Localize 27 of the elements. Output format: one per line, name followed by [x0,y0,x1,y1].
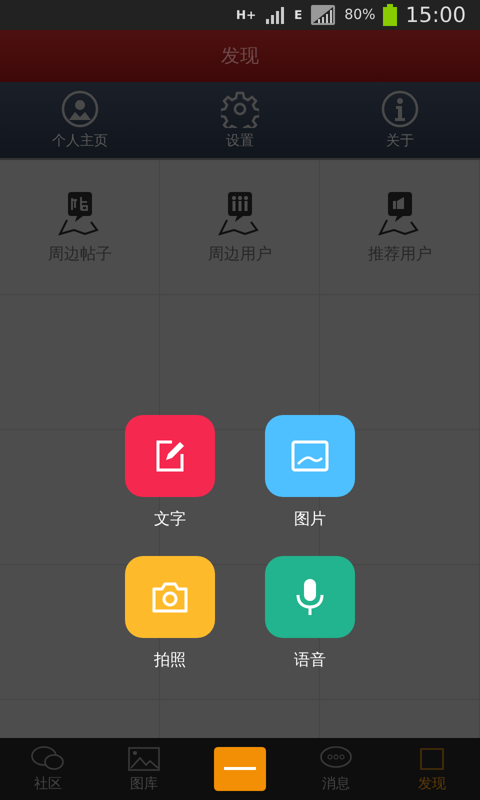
image-icon [127,745,161,773]
compose-option-button[interactable] [125,556,215,638]
battery-icon [383,4,398,26]
network-type: H+ [236,8,256,22]
signal-icon [310,4,336,26]
option-label: 文字 [154,509,186,530]
menu-item[interactable]: 设置 [160,82,320,158]
clock: 15:00 [405,3,466,27]
menu-item[interactable]: 个人主页 [0,82,160,158]
tab[interactable]: 发现 [384,745,480,793]
minus-icon [224,767,256,771]
compose-option-button[interactable] [125,415,215,497]
settings-icon [221,90,259,128]
image-icon [290,438,330,474]
option-label: 图片 [294,509,326,530]
signal-icon [264,6,286,24]
info-icon [381,90,419,128]
battery-percent: 80% [344,7,376,23]
compose-option-button[interactable] [265,556,355,638]
option-label: 语音 [294,650,326,671]
profile-icon [61,90,99,128]
chat-bubbles-icon [30,745,66,773]
page-title: 发现 [221,44,259,69]
compose-option-button[interactable] [265,415,355,497]
menu-item[interactable]: 关于 [320,82,480,158]
option-label: 拍照 [154,650,186,671]
data-type: E [294,8,302,22]
